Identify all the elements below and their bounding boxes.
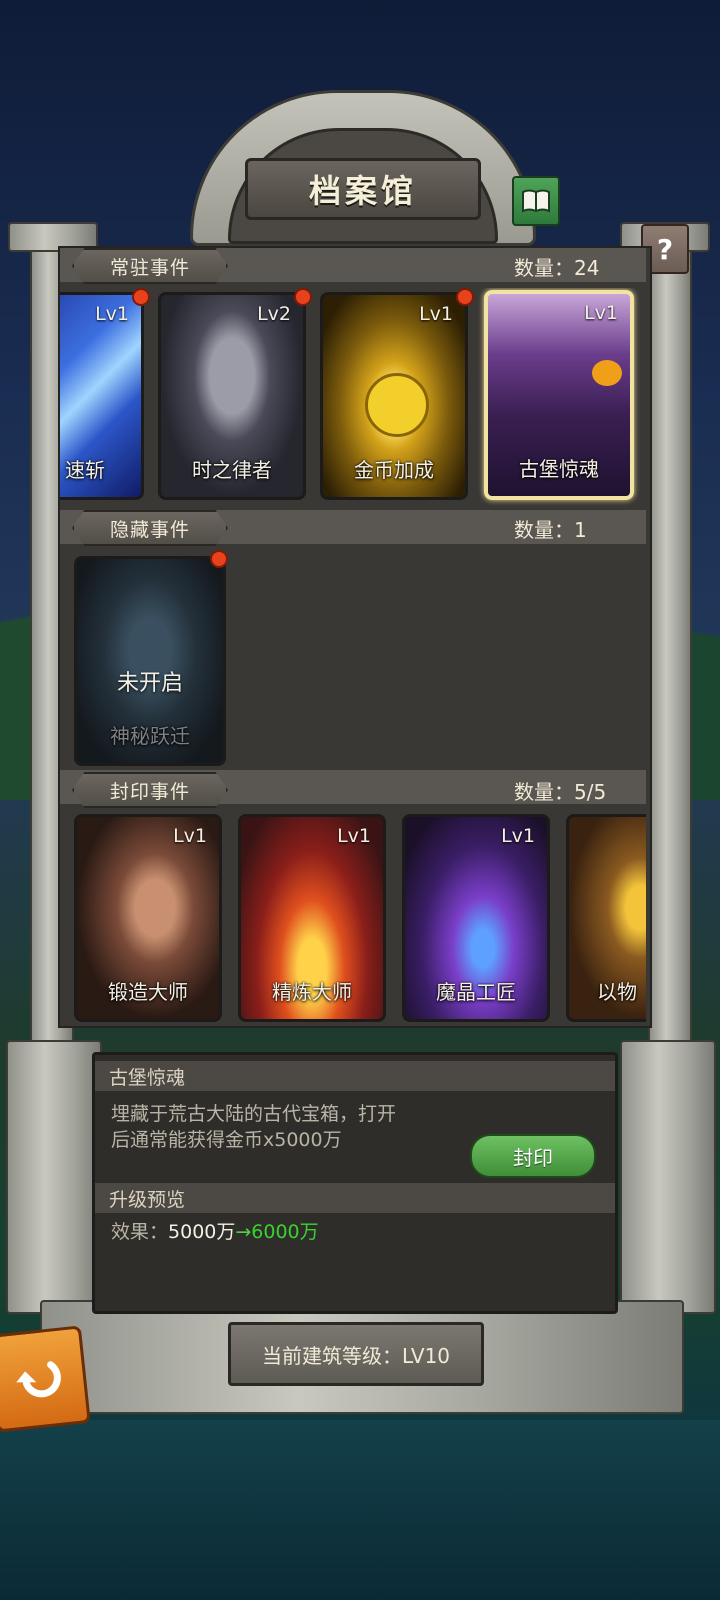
card-name: 古堡惊魂 (519, 457, 599, 481)
water (0, 1420, 720, 1600)
detail-description-line1: 埋藏于荒古大陆的古代宝箱，打开 (111, 1103, 397, 1125)
book-icon (522, 189, 550, 213)
event-card-refine-master[interactable]: Lv1 精炼大师 (238, 814, 386, 1022)
detail-title: 古堡惊魂 (95, 1061, 615, 1091)
building-level-plate: 当前建筑等级：LV10 (228, 1322, 484, 1386)
notify-dot (132, 288, 150, 306)
event-card-barter[interactable]: 以物 (566, 814, 646, 1022)
event-card-forge-master[interactable]: Lv1 锻造大师 (74, 814, 222, 1022)
hidden-count: 数量：1 (514, 518, 587, 542)
page-title: 档案馆 (308, 172, 417, 210)
event-card-speed-slash[interactable]: Lv1 速斩 (60, 292, 144, 500)
building-level-text: 当前建筑等级：LV10 (261, 1343, 451, 1368)
sealed-section-label: 封印事件 (72, 772, 228, 808)
effect-to: 6000万 (251, 1221, 319, 1243)
card-name: 锻造大师 (108, 980, 188, 1004)
notify-dot (294, 288, 312, 306)
event-card-castle-fright[interactable]: Lv1 古堡惊魂 (484, 290, 634, 500)
event-detail-panel: 古堡惊魂 埋藏于荒古大陆的古代宝箱，打开 后通常能获得金币x5000万 升级预览… (92, 1052, 618, 1314)
page-title-plate: 档案馆 (245, 158, 481, 220)
event-card-time-keeper[interactable]: Lv2 时之律者 (158, 292, 306, 500)
event-card-mystery-jump[interactable]: 未开启 神秘跃迁 (74, 556, 226, 766)
card-name: 精炼大师 (272, 980, 352, 1004)
right-pillar-base (620, 1040, 716, 1314)
card-locked-status: 未开启 (116, 671, 183, 696)
seal-button[interactable]: 封印 (470, 1134, 596, 1178)
upgrade-preview-header: 升级预览 (95, 1183, 615, 1213)
event-card-gold-bonus[interactable]: Lv1 金币加成 (320, 292, 468, 500)
detail-description-line2: 后通常能获得金币x5000万 (111, 1129, 342, 1151)
pumpkin-icon (592, 360, 622, 386)
card-name: 神秘跃迁 (110, 724, 190, 748)
resident-section-label: 常驻事件 (72, 248, 228, 284)
upgrade-effect: 效果：5000万→6000万 (111, 1217, 319, 1244)
card-name: 魔晶工匠 (436, 980, 516, 1004)
effect-label: 效果： (111, 1221, 169, 1243)
card-name: 时之律者 (192, 458, 272, 482)
back-button[interactable] (0, 1325, 91, 1433)
notify-dot (456, 288, 474, 306)
effect-arrow: → (235, 1221, 252, 1243)
resident-cards-row: Lv1 速斩 Lv2 时之律者 Lv1 金币加成 Lv1 古堡惊魂 (60, 288, 646, 506)
sealed-cards-row: Lv1 锻造大师 Lv1 精炼大师 Lv1 魔晶工匠 以物 (60, 812, 646, 1026)
help-icon: ? (656, 232, 674, 266)
event-card-crystal-artisan[interactable]: Lv1 魔晶工匠 (402, 814, 550, 1022)
effect-from: 5000万 (168, 1221, 236, 1243)
card-name: 以物 (597, 980, 637, 1004)
gold-coin-icon (365, 373, 429, 437)
notify-dot (210, 550, 228, 568)
resident-count: 数量：24 (514, 256, 600, 280)
card-name: 速斩 (65, 458, 105, 482)
book-button[interactable] (512, 176, 560, 226)
sealed-count: 数量：5/5 (514, 780, 607, 804)
return-arrow-icon (16, 1361, 61, 1398)
hidden-section-label: 隐藏事件 (72, 510, 228, 546)
left-pillar-base (6, 1040, 102, 1314)
card-name: 金币加成 (354, 458, 434, 482)
